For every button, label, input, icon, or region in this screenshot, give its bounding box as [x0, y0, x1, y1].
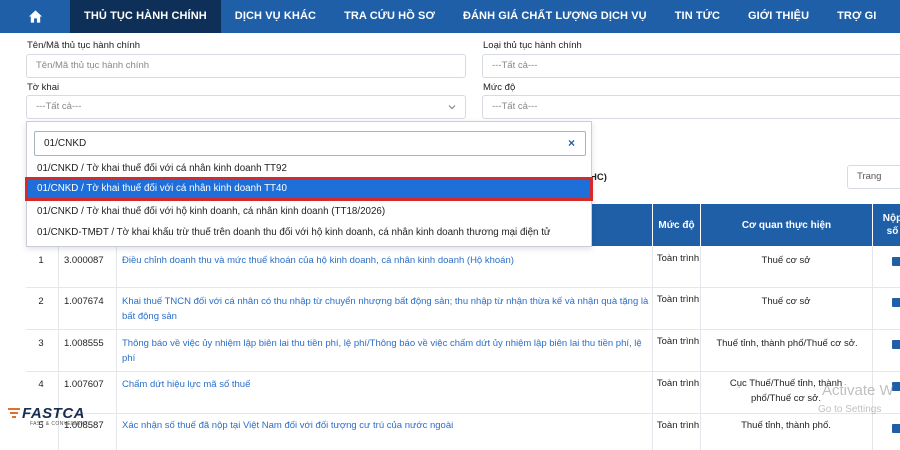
header-level: Mức độ [652, 204, 700, 246]
submit-icon [892, 298, 900, 307]
nav-item-danh-gia[interactable]: ĐÁNH GIÁ CHẤT LƯỢNG DỊCH VỤ [449, 0, 661, 33]
header-submit: Nộp số [872, 204, 900, 246]
submit-button[interactable] [892, 423, 900, 438]
dropdown-option-selected[interactable]: 01/CNKD / Tờ khai thuế đối với cá nhân k… [25, 177, 593, 201]
table-row: 4 1.007607 Chấm dứt hiệu lực mã số thuế … [26, 372, 900, 414]
row-procedure-link[interactable]: Khai thuế TNCN đối với cá nhân có thu nh… [122, 294, 650, 324]
result-heading-fragment: HC) [590, 172, 607, 183]
header-agency: Cơ quan thực hiện [700, 204, 872, 246]
row-procedure-link[interactable]: Chấm dứt hiệu lực mã số thuế [122, 377, 650, 392]
row-agency: Thuế tỉnh, thành phố/Thuế cơ sở. [716, 338, 858, 349]
name-filter-input[interactable]: Tên/Mã thủ tục hành chính [26, 54, 466, 78]
dropdown-option[interactable]: 01/CNKD / Tờ khai thuế đối với cá nhân k… [27, 159, 591, 179]
submit-icon [892, 257, 900, 266]
dropdown-search-input[interactable]: 01/CNKD × [34, 131, 586, 156]
home-button[interactable] [0, 0, 70, 33]
level-filter-select[interactable]: ---Tất cả--- [482, 95, 900, 119]
home-icon [28, 10, 42, 23]
row-index: 4 [38, 379, 44, 390]
dropdown-search-value: 01/CNKD [44, 138, 87, 149]
submit-button[interactable] [892, 297, 900, 312]
row-index: 2 [38, 296, 44, 307]
row-agency: Thuế cơ sở [761, 255, 811, 266]
table-row: 5 1.008587 Xác nhận số thuế đã nộp tại V… [26, 414, 900, 450]
logo-mark-icon [8, 408, 20, 418]
page-size-select[interactable]: Trang [847, 165, 900, 189]
submit-icon [892, 424, 900, 433]
type-filter-select[interactable]: ---Tất cả--- [482, 54, 900, 78]
row-code: 3.000087 [64, 255, 104, 266]
table-row: 1 3.000087 Điều chỉnh doanh thu và mức t… [26, 246, 900, 288]
name-filter-label: Tên/Mã thủ tục hành chính [27, 40, 141, 51]
row-code: 1.007674 [64, 296, 104, 307]
row-index: 3 [38, 338, 44, 349]
row-procedure-link[interactable]: Điều chỉnh doanh thu và mức thuế khoán c… [122, 253, 650, 268]
nav-item-gioi-thieu[interactable]: GIỚI THIỆU [734, 0, 823, 33]
row-code: 1.007607 [64, 379, 104, 390]
table-row: 3 1.008555 Thông báo về việc ủy nhiệm lậ… [26, 330, 900, 372]
row-level: Toàn trình [656, 253, 700, 264]
row-code: 1.008555 [64, 338, 104, 349]
row-agency: Thuế cơ sở [761, 296, 811, 307]
row-procedure-link[interactable]: Xác nhận số thuế đã nộp tại Việt Nam đối… [122, 418, 650, 433]
activate-windows-watermark: Activate W [822, 382, 894, 399]
logo-tagline: FAST & CONVENIENT [30, 421, 89, 427]
nav-item-thu-tuc[interactable]: THỦ TỤC HÀNH CHÍNH [70, 0, 221, 33]
form-filter-select[interactable]: ---Tất cả--- [26, 95, 466, 119]
form-filter-value: ---Tất cả--- [36, 101, 82, 112]
dropdown-option[interactable]: 01/CNKD / Tờ khai thuế đối với hộ kinh d… [27, 202, 591, 222]
chevron-down-icon [448, 105, 456, 110]
type-filter-label: Loại thủ tục hành chính [483, 40, 582, 51]
form-dropdown-panel: 01/CNKD × 01/CNKD / Tờ khai thuế đối với… [25, 121, 593, 247]
close-icon[interactable]: × [568, 132, 575, 155]
row-agency: Thuế tỉnh, thành phố. [741, 420, 831, 431]
table-row: 2 1.007674 Khai thuế TNCN đối với cá nhâ… [26, 288, 900, 330]
dropdown-option[interactable]: 01/CNKD-TMĐT / Tờ khai khấu trừ thuế trê… [27, 223, 591, 243]
row-level: Toàn trình [656, 420, 700, 431]
submit-icon [892, 340, 900, 349]
row-index: 1 [38, 255, 44, 266]
row-procedure-link[interactable]: Thông báo về việc ủy nhiệm lập biên lai … [122, 336, 650, 366]
logo-text: FASTCA [22, 405, 85, 422]
fastca-logo: FASTCA FAST & CONVENIENT [8, 405, 108, 430]
row-level: Toàn trình [656, 336, 700, 347]
submit-button[interactable] [892, 256, 900, 271]
top-nav: THỦ TỤC HÀNH CHÍNH DỊCH VỤ KHÁC TRA CỨU … [0, 0, 900, 33]
nav-item-tin-tuc[interactable]: TIN TỨC [661, 0, 734, 33]
form-filter-label: Tờ khai [27, 82, 60, 93]
nav-item-tro-giup[interactable]: TRỢ GI [823, 0, 890, 33]
nav-item-tra-cuu[interactable]: TRA CỨU HỒ SƠ [330, 0, 449, 33]
row-level: Toàn trình [656, 378, 700, 389]
level-filter-label: Mức độ [483, 82, 516, 93]
submit-button[interactable] [892, 339, 900, 354]
activate-windows-hint: Go to Settings [818, 404, 882, 415]
nav-item-dich-vu-khac[interactable]: DỊCH VỤ KHÁC [221, 0, 330, 33]
row-level: Toàn trình [656, 294, 700, 305]
